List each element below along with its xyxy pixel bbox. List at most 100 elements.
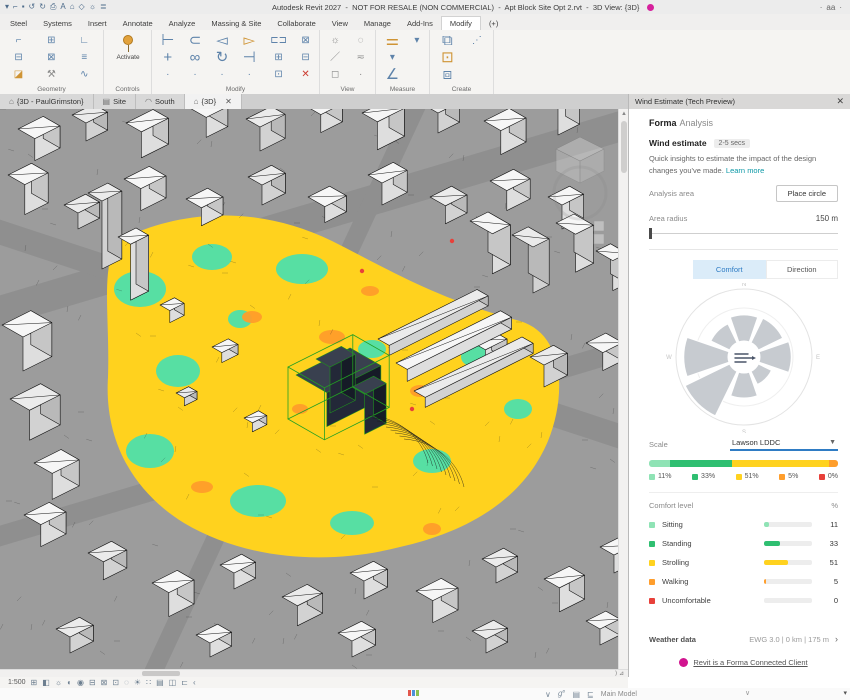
pin-element-icon[interactable]: ⊡	[274, 68, 282, 82]
join-icon[interactable]: ⊞	[47, 34, 55, 48]
help-icon[interactable]: ·	[839, 3, 842, 12]
titlebar-right-icons[interactable]: · aa ·	[820, 3, 842, 12]
viewport-horizontal-scrollbar[interactable]: ⟩ ⊿	[0, 669, 628, 677]
design-option-icon[interactable]: ⊑	[587, 690, 594, 699]
forma-connected-client-link[interactable]: Revit is a Forma Connected Client	[693, 658, 807, 667]
tab-view[interactable]: View	[324, 17, 356, 30]
caret1-icon[interactable]: ▾	[390, 51, 395, 65]
render-icon[interactable]: ◉	[77, 678, 84, 687]
view-scale[interactable]: 1:500	[8, 679, 26, 686]
ruler-icon[interactable]: ⚌	[386, 34, 399, 48]
mirror-draw-icon[interactable]: ▻	[243, 34, 255, 48]
tab-collaborate[interactable]: Collaborate	[269, 17, 323, 30]
constraints-icon[interactable]: ⊏	[181, 678, 188, 687]
redo-icon[interactable]: ↻	[39, 0, 46, 14]
activate-controls-button[interactable]: Activate	[108, 35, 148, 61]
dot-icon[interactable]: ·	[193, 68, 196, 82]
visual-style-icon[interactable]: ◧	[42, 678, 50, 687]
delete-icon[interactable]: ✕	[301, 68, 309, 82]
scale-dropdown[interactable]: Lawson LDDC ▼	[730, 437, 838, 451]
create-similar-icon[interactable]: ⊡	[441, 51, 454, 65]
save-icon[interactable]: ▪	[22, 0, 25, 14]
demolish-icon[interactable]: ⚒	[47, 68, 56, 82]
editable-only-caret-icon[interactable]: ∨	[545, 690, 551, 699]
temporary-hide-icon[interactable]: ◌	[124, 678, 129, 687]
quick-access-toolbar[interactable]: ▾ ⌐ ▪ ↺ ↻ ⎙ A ⌂ ◇ ☼ ≣	[5, 0, 107, 14]
analytical-model-icon[interactable]: ◫	[169, 678, 177, 687]
unpin-icon[interactable]: ⊟	[301, 51, 309, 65]
crop-view-icon[interactable]: ⊟	[89, 678, 96, 687]
tab-addins[interactable]: Add-Ins	[399, 17, 441, 30]
wall-joins-icon[interactable]: ∟	[79, 34, 89, 48]
angle-icon[interactable]: ∠	[386, 68, 399, 82]
tab-massing-site[interactable]: Massing & Site	[203, 17, 269, 30]
split-element-icon[interactable]: ⊏⊐	[270, 34, 287, 48]
view-tab-south[interactable]: ◠ South	[136, 94, 185, 109]
model-viewport[interactable]	[0, 109, 618, 669]
tab-modify[interactable]: Modify	[441, 16, 481, 30]
view-tab-3d-paulgrimston[interactable]: ⌂ {3D - PaulGrimston}	[0, 94, 94, 109]
area-radius-slider[interactable]	[649, 227, 838, 239]
isolate-icon[interactable]: ◻	[331, 68, 339, 82]
sun-path-icon[interactable]: ☼	[55, 678, 62, 687]
undo-icon[interactable]: ↺	[29, 0, 36, 14]
parts-icon[interactable]: ⋰	[472, 34, 482, 48]
select-list-icon[interactable]: ▤	[572, 690, 580, 699]
search-icon[interactable]: ·	[820, 3, 823, 12]
view-tab-3d-active[interactable]: ⌂ {3D} ✕	[185, 94, 242, 109]
cut-geometry-icon[interactable]: ⊟	[14, 51, 22, 65]
worksharing-display-icon[interactable]: ∷	[146, 678, 151, 687]
view-tab-site[interactable]: ▤ Site	[94, 94, 137, 109]
menu-icon[interactable]: ▾	[5, 0, 9, 14]
panel-header[interactable]: Wind Estimate (Tech Preview) ✕	[629, 94, 850, 109]
align-icon[interactable]: ⊢	[161, 34, 174, 48]
tab-manage[interactable]: Manage	[356, 17, 399, 30]
caret2-icon[interactable]: ▾	[414, 34, 419, 48]
detail-level-icon[interactable]: ⊞	[31, 678, 38, 687]
list-icon[interactable]: ≣	[100, 0, 107, 14]
tab-comfort[interactable]: Comfort	[693, 260, 766, 279]
mirror-icon[interactable]: ◅	[216, 34, 228, 48]
open-icon[interactable]: ⌐	[13, 0, 18, 14]
text-icon[interactable]: A	[60, 0, 65, 14]
hide-icon[interactable]: ／	[330, 51, 340, 65]
close-view-icon[interactable]: ✕	[225, 97, 232, 106]
split-icon[interactable]: ∿	[80, 68, 88, 82]
shadows-icon[interactable]: ◐	[67, 678, 72, 687]
more-icon[interactable]: ‹	[193, 678, 196, 687]
splitter-icons[interactable]: ⟩ ⊿	[615, 670, 624, 677]
offset-icon[interactable]: ⊂	[189, 34, 202, 48]
reveal-icon[interactable]: ◌	[358, 34, 364, 48]
scroll-thumb[interactable]	[621, 121, 627, 173]
override-icon[interactable]: ≂	[356, 51, 364, 65]
tab-annotate[interactable]: Annotate	[115, 17, 161, 30]
weather-data-value[interactable]: EWG 3.0 | 0 km | 175 m ›	[749, 634, 838, 644]
worksets-icon[interactable]	[408, 690, 419, 696]
copy-icon[interactable]: ∞	[190, 51, 201, 65]
trim-icon[interactable]: ⊣	[243, 51, 256, 65]
section-icon[interactable]: ◇	[79, 0, 85, 14]
tab-steel[interactable]: Steel	[2, 17, 35, 30]
unlock-view-icon[interactable]: ⊡	[112, 678, 119, 687]
group-icon[interactable]: ⧉	[442, 34, 453, 48]
move-icon[interactable]: +	[163, 51, 172, 65]
array-icon[interactable]: ⊞	[274, 51, 282, 65]
panel-close-icon[interactable]: ✕	[836, 96, 844, 107]
slider-handle[interactable]	[649, 228, 652, 239]
main-model-label[interactable]: Main Model	[601, 691, 637, 698]
place-circle-button[interactable]: Place circle	[776, 185, 838, 202]
scale-icon[interactable]: ⊠	[301, 34, 309, 48]
home-icon[interactable]: ⌂	[70, 0, 75, 14]
design-options-caret-icon[interactable]: ∨	[745, 689, 750, 697]
cope-icon[interactable]: ⌐	[16, 34, 22, 48]
tab-direction[interactable]: Direction	[766, 260, 839, 279]
tab-analyze[interactable]: Analyze	[161, 17, 204, 30]
reveal-hidden-icon[interactable]: ☀	[134, 678, 141, 687]
tab-insert[interactable]: Insert	[80, 17, 115, 30]
dot3-icon[interactable]: ·	[248, 68, 251, 82]
paint-icon[interactable]: ◪	[14, 68, 23, 82]
filter-icon[interactable]: 𝑔°	[558, 689, 566, 699]
lightbulb-icon[interactable]: ☼	[331, 34, 340, 48]
join-list-icon[interactable]: ⊠	[47, 51, 55, 65]
rotate-icon[interactable]: ↻	[216, 51, 229, 65]
